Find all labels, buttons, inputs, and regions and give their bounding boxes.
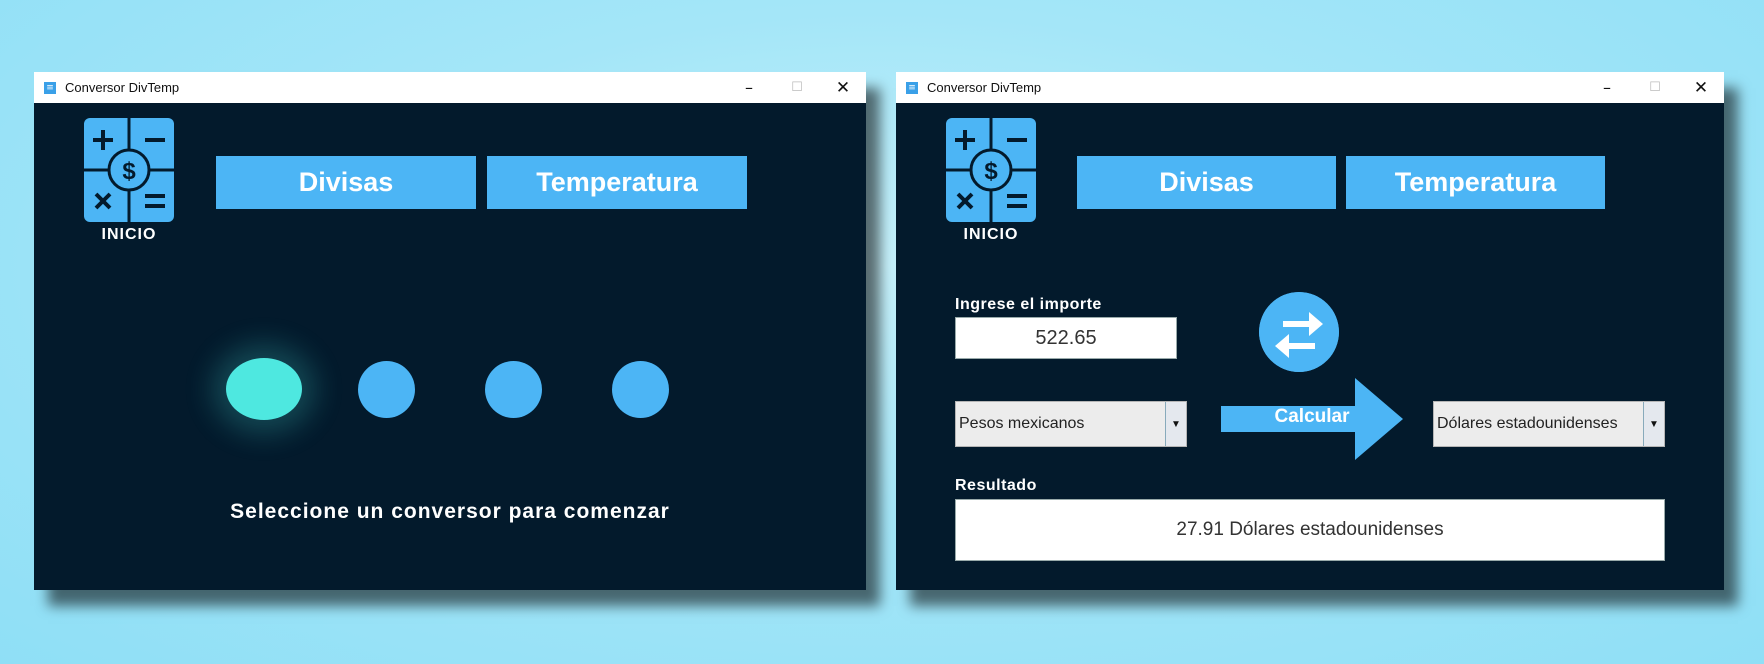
window-title: Conversor DivTemp xyxy=(65,80,180,95)
amount-input[interactable]: 522.65 xyxy=(955,317,1177,359)
temperatura-button[interactable]: Temperatura xyxy=(1346,156,1605,209)
calculator-dollar-icon[interactable]: $ xyxy=(946,118,1036,222)
carousel-dot-1[interactable] xyxy=(226,358,302,420)
close-button[interactable]: ✕ xyxy=(1678,72,1724,103)
minimize-button[interactable]: – xyxy=(726,72,772,103)
amount-label: Ingrese el importe xyxy=(955,296,1102,313)
window-title: Conversor DivTemp xyxy=(927,80,1042,95)
from-currency-select[interactable]: Pesos mexicanos ▼ xyxy=(955,401,1187,447)
carousel-dot-2[interactable] xyxy=(358,361,415,418)
carousel-dot-3[interactable] xyxy=(485,361,542,418)
swap-arrows-icon[interactable] xyxy=(1259,292,1339,372)
maximize-button[interactable]: ☐ xyxy=(1632,72,1678,103)
temperatura-button[interactable]: Temperatura xyxy=(487,156,747,209)
divisas-button[interactable]: Divisas xyxy=(1077,156,1336,209)
svg-text:$: $ xyxy=(122,158,136,185)
dropdown-arrow-icon[interactable]: ▼ xyxy=(1643,402,1664,446)
calculator-dollar-icon[interactable]: $ xyxy=(84,118,174,222)
result-display: 27.91 Dólares estadounidenses xyxy=(955,499,1665,561)
carousel-dot-4[interactable] xyxy=(612,361,669,418)
maximize-button[interactable]: ☐ xyxy=(774,72,820,103)
divisas-button[interactable]: Divisas xyxy=(216,156,476,209)
svg-text:$: $ xyxy=(984,158,998,185)
to-currency-value: Dólares estadounidenses xyxy=(1437,415,1618,432)
result-label: Resultado xyxy=(955,477,1037,494)
close-button[interactable]: ✕ xyxy=(820,72,866,103)
app-icon: ≡ xyxy=(906,81,918,94)
minimize-button[interactable]: – xyxy=(1584,72,1630,103)
calculate-button[interactable]: Calcular xyxy=(1221,378,1405,460)
dropdown-arrow-icon[interactable]: ▼ xyxy=(1165,402,1186,446)
calculate-label: Calcular xyxy=(1274,406,1350,427)
home-window: ≡ Conversor DivTemp – ☐ ✕ $ INICIO Divis… xyxy=(34,72,866,590)
title-bar[interactable]: ≡ Conversor DivTemp – ☐ ✕ xyxy=(34,72,866,103)
logo-caption: INICIO xyxy=(101,226,157,243)
from-currency-value: Pesos mexicanos xyxy=(959,415,1085,432)
start-hint: Seleccione un conversor para comenzar xyxy=(230,500,670,523)
title-bar[interactable]: ≡ Conversor DivTemp – ☐ ✕ xyxy=(896,72,1724,103)
app-icon: ≡ xyxy=(44,81,56,94)
logo-caption: INICIO xyxy=(963,226,1019,243)
converter-window: ≡ Conversor DivTemp – ☐ ✕ $ INICIO Divis… xyxy=(896,72,1724,590)
to-currency-select[interactable]: Dólares estadounidenses ▼ xyxy=(1433,401,1665,447)
